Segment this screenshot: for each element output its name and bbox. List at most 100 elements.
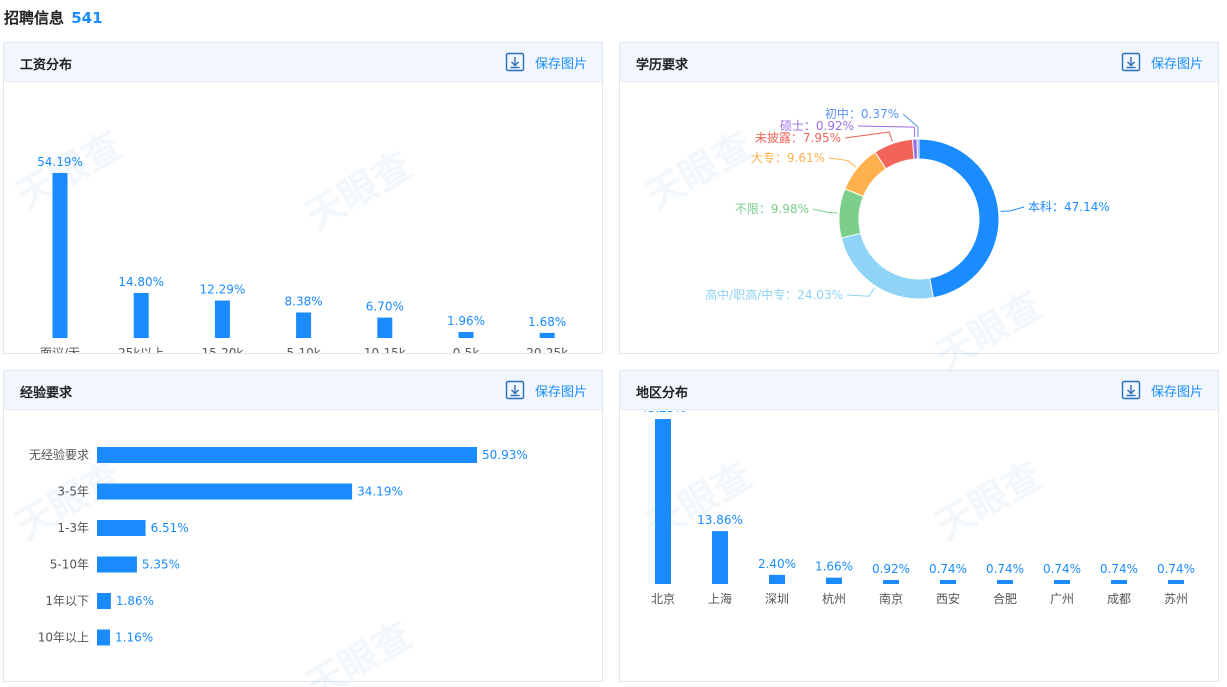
bar-value-label: 0.74% <box>1100 562 1138 576</box>
experience-chart: 无经验要求 50.93% 3-5年 34.19% 1-3年 6.51% 5-10年 5.35%… <box>29 447 528 646</box>
bar-value-label: 0.74% <box>929 562 967 576</box>
bar <box>826 577 842 584</box>
donut-slice <box>838 188 865 239</box>
category-label: 1年以下 <box>45 594 89 608</box>
leader-line <box>812 208 838 214</box>
panel-header: 学历要求 保存图片 <box>620 43 1218 82</box>
bar <box>52 173 68 338</box>
bar-value-label: 6.70% <box>366 300 404 314</box>
panel-header: 工资分布 保存图片 <box>4 43 602 82</box>
category-label: 3-5年 <box>57 485 89 499</box>
bar-value-label: 5.35% <box>142 558 180 572</box>
category-label: 杭州 <box>822 591 846 606</box>
bar-value-label: 1.16% <box>115 631 153 645</box>
save-image-label: 保存图片 <box>1150 56 1203 72</box>
slice-label: 未披露：7.95% <box>755 131 841 145</box>
region-panel: 地区分布 保存图片 43.25% 北京 13.86% 上海 2.40% 深圳 1.66% 杭州… <box>619 370 1219 682</box>
category-label: 1-3年 <box>57 521 89 535</box>
category-label: 15-20k <box>201 346 243 354</box>
leader-line <box>1000 206 1025 213</box>
bar <box>214 300 230 338</box>
panel-header: 经验要求 保存图片 <box>4 371 602 410</box>
education-chart: 本科：47.14% 高中/职高/中专：24.03% 不限：9.98% 大专：9.61%… <box>705 106 1110 302</box>
category-label: 5-10年 <box>50 558 89 572</box>
slice-label: 不限：9.98% <box>735 202 809 216</box>
slice-label: 初中：0.37% <box>825 106 899 121</box>
bar-value-label: 14.80% <box>118 275 164 289</box>
bar-value-label: 1.86% <box>116 594 154 608</box>
category-label: 合肥 <box>993 591 1017 606</box>
slice-label: 高中/职高/中专：24.03% <box>705 287 843 302</box>
bar <box>97 556 137 573</box>
leader-line <box>828 157 856 168</box>
category-label: 无经验要求 <box>29 447 89 462</box>
bar <box>97 483 353 500</box>
download-icon <box>1121 52 1141 72</box>
save-image-button[interactable]: 保存图片 <box>1121 380 1203 400</box>
category-label: 10年以上 <box>38 631 89 645</box>
save-image-label: 保存图片 <box>534 56 587 72</box>
category-label: 南京 <box>879 591 903 606</box>
category-label: 5-10k <box>287 346 321 354</box>
save-image-button[interactable]: 保存图片 <box>505 52 587 72</box>
category-label: 苏州 <box>1164 592 1188 606</box>
panel-title: 学历要求 <box>636 58 689 73</box>
category-label: 北京 <box>651 592 675 606</box>
bar <box>712 531 728 584</box>
bar-value-label: 34.19% <box>357 485 403 499</box>
category-label: 上海 <box>708 591 732 606</box>
bar <box>655 419 671 584</box>
bar <box>997 580 1013 584</box>
experience-panel: 经验要求 保存图片 无经验要求 50.93% 3-5年 34.19% 1-3年 6.51%… <box>3 370 603 682</box>
bar <box>1111 580 1127 584</box>
category-label: 20-25k <box>526 346 568 354</box>
bar-value-label: 1.68% <box>528 315 566 329</box>
bar <box>1168 580 1184 584</box>
bar-value-label: 0.74% <box>986 562 1024 576</box>
bar-value-label: 6.51% <box>151 521 189 535</box>
panel-title: 工资分布 <box>20 58 73 73</box>
salary-panel: 工资分布 保存图片 54.19% 面议/无 14.80% 25k以上 12.29% 15-… <box>3 42 603 354</box>
slice-label: 大专：9.61% <box>751 150 825 165</box>
panel-title: 经验要求 <box>20 386 73 401</box>
salary-chart: 54.19% 面议/无 14.80% 25k以上 12.29% 15-20k 8.38% 5-… <box>37 155 568 354</box>
education-panel: 学历要求 保存图片 本科：47.14% 高中/职高/中专：24.03% 不限：9.9… <box>619 42 1219 354</box>
bar <box>1054 580 1070 584</box>
bar <box>377 317 393 338</box>
panel-header: 地区分布 保存图片 <box>620 371 1218 410</box>
bar-value-label: 2.40% <box>758 557 796 571</box>
bar-value-label: 50.93% <box>482 448 528 462</box>
job-count: 541 <box>71 9 103 27</box>
bar-value-label: 0.92% <box>872 562 910 576</box>
download-icon <box>505 380 525 400</box>
donut-slice <box>916 138 920 160</box>
category-label: 10-15k <box>364 346 406 354</box>
bar-value-label: 0.74% <box>1043 562 1081 576</box>
bar <box>97 520 146 536</box>
bar <box>458 332 474 338</box>
leader-line <box>902 113 919 138</box>
category-label: 深圳 <box>765 592 789 606</box>
save-image-button[interactable]: 保存图片 <box>505 380 587 400</box>
bar <box>133 292 149 338</box>
category-label: 西安 <box>936 591 960 606</box>
download-icon <box>1121 380 1141 400</box>
bar <box>97 447 477 463</box>
bar <box>296 312 312 338</box>
download-icon <box>505 52 525 72</box>
leader-line <box>846 287 875 297</box>
bar-value-label: 54.19% <box>37 155 83 169</box>
bar <box>940 580 956 584</box>
page-title: 招聘信息 541 <box>4 7 103 28</box>
slice-label: 本科：47.14% <box>1028 200 1110 214</box>
slice-label: 硕士：0.92% <box>780 119 854 133</box>
bar-value-label: 0.74% <box>1157 562 1195 576</box>
bar-value-label: 12.29% <box>200 283 246 297</box>
save-image-label: 保存图片 <box>534 384 587 400</box>
bar-value-label: 43.25% <box>640 411 686 415</box>
bar <box>97 629 110 646</box>
bar-value-label: 1.96% <box>447 314 485 328</box>
category-label: 面议/无 <box>40 346 80 354</box>
save-image-label: 保存图片 <box>1150 384 1203 400</box>
save-image-button[interactable]: 保存图片 <box>1121 52 1203 72</box>
